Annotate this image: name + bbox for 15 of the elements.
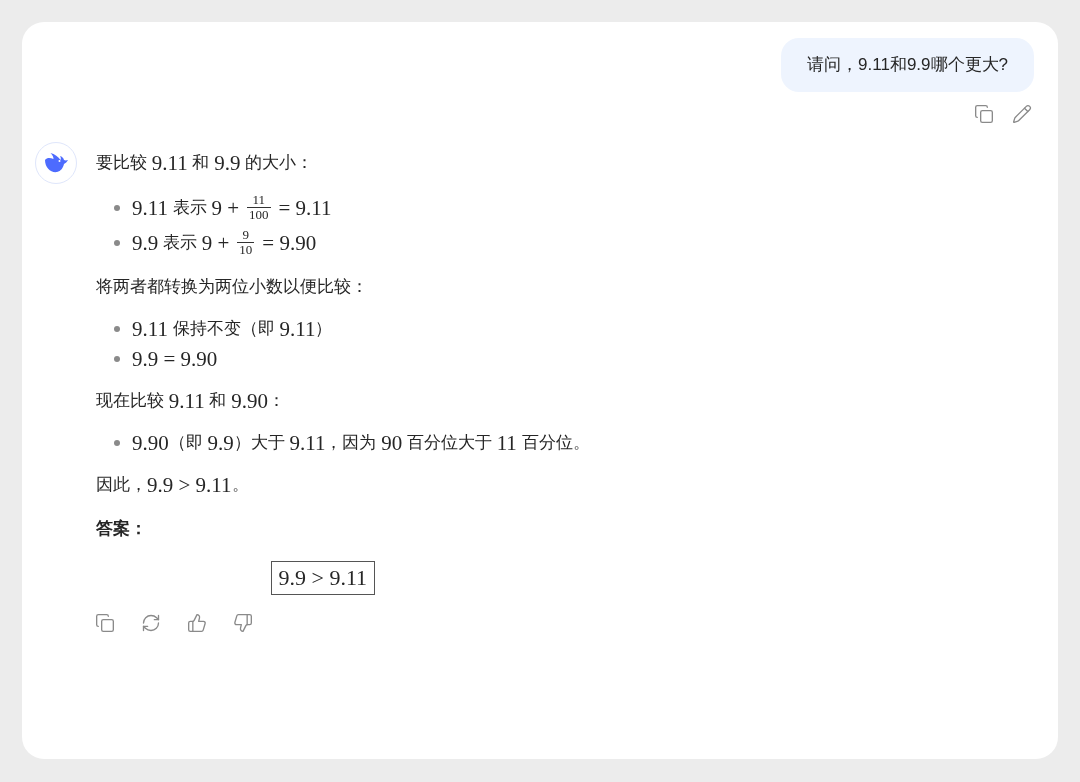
bullet-icon [114,326,120,332]
bullet-icon [114,204,120,211]
list-item: 9.9 = 9.90 [132,347,218,371]
bullet-icon [114,356,120,362]
answer-paragraph: 现在比较 9.11 和 9.90： [96,389,285,413]
boxed-answer: 9.9 > 9.11 [270,561,376,595]
user-message: 请问，9.11和9.9哪个更大? [781,38,1034,92]
list-item: 9.11 保持不变（即 9.11） [132,317,333,341]
bullet-icon [114,440,120,446]
bullet-icon [114,239,120,246]
answer-heading: 答案： [96,519,147,538]
answer-paragraph: 要比较 9.11 和 9.9 的大小： [96,151,314,175]
answer-paragraph: 将两者都转换为两位小数以便比较： [96,276,368,298]
answer-paragraph: 因此，9.9 > 9.11。 [96,473,249,497]
list-item: 9.90（即 9.9）大于 9.11，因为 90 百分位大于 11 百分位。 [132,431,590,455]
